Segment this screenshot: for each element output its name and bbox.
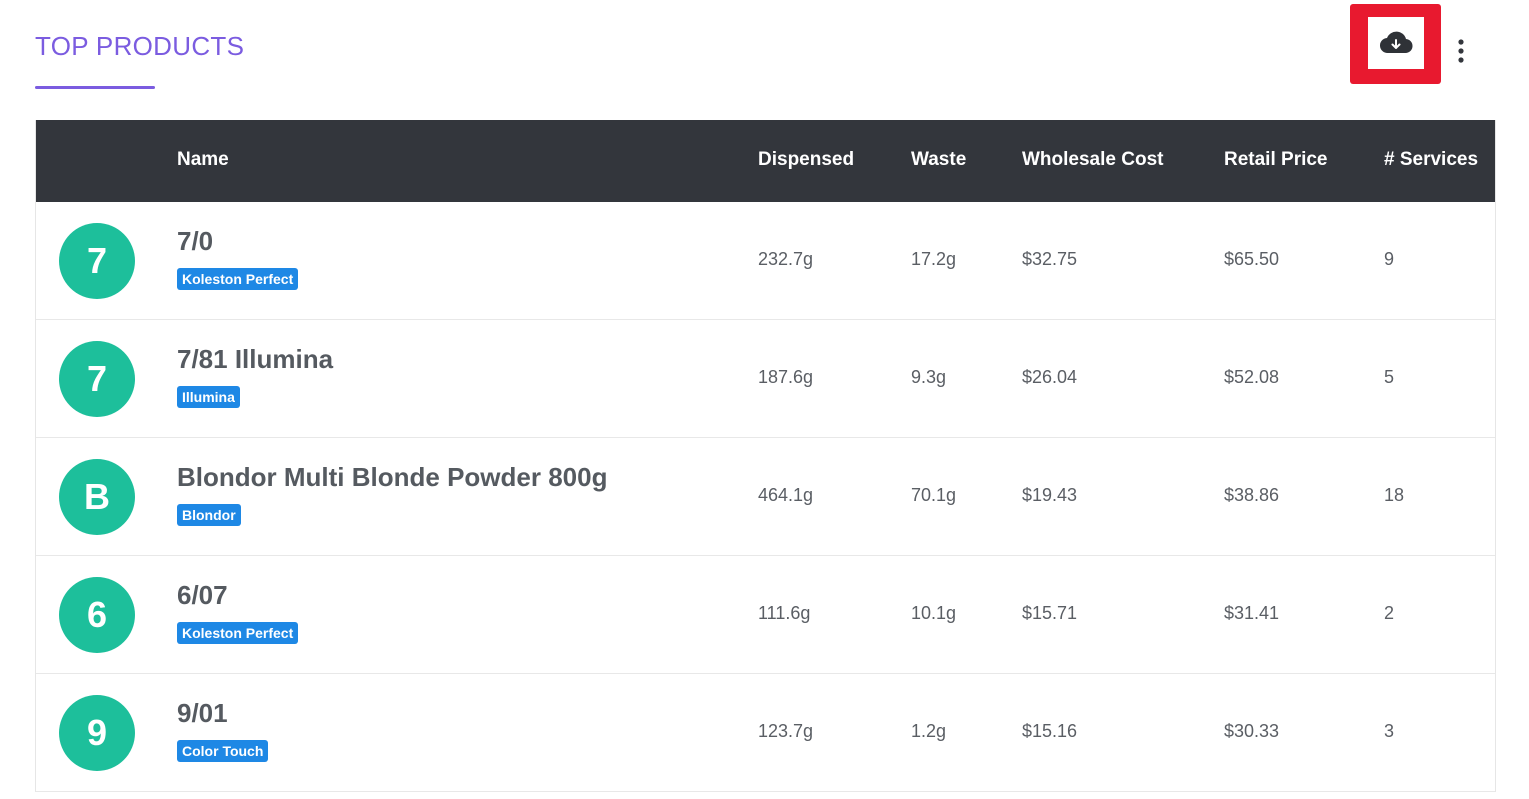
retail-price-value: $52.08 (1224, 367, 1280, 387)
avatar: 7 (59, 223, 135, 299)
waste-value: 1.2g (911, 721, 947, 741)
services-count: 18 (1384, 485, 1405, 505)
download-highlight (1350, 4, 1441, 84)
avatar: 7 (59, 341, 135, 417)
product-name: 7/81 Illumina (177, 344, 334, 374)
download-button[interactable] (1368, 17, 1424, 69)
product-name: 7/0 (177, 226, 214, 256)
table-row[interactable]: B Blondor Multi Blonde Powder 800g Blond… (36, 438, 1495, 556)
product-name: 6/07 (177, 580, 228, 610)
dispensed-value: 123.7g (758, 721, 814, 741)
table-row[interactable]: 6 6/07 Koleston Perfect 111.6g 10.1g $15… (36, 556, 1495, 674)
dispensed-value: 232.7g (758, 249, 814, 269)
dispensed-value: 111.6g (758, 603, 811, 623)
retail-price-value: $31.41 (1224, 603, 1280, 623)
table-row[interactable]: 9 9/01 Color Touch 123.7g 1.2g $15.16 $3… (36, 674, 1495, 792)
column-header-name[interactable]: Name (177, 149, 229, 171)
top-products-card: TOP PRODUCTS Name Dispensed Waste Wholes… (0, 0, 1529, 799)
products-table: Name Dispensed Waste Wholesale Cost Reta… (35, 120, 1496, 792)
waste-value: 70.1g (911, 485, 957, 505)
more-vertical-icon (1458, 39, 1464, 63)
retail-price-value: $65.50 (1224, 249, 1280, 269)
brand-badge: Blondor (177, 504, 241, 526)
waste-value: 9.3g (911, 367, 947, 387)
table-header: Name Dispensed Waste Wholesale Cost Reta… (36, 120, 1495, 202)
table-row[interactable]: 7 7/81 Illumina Illumina 187.6g 9.3g $26… (36, 320, 1495, 438)
wholesale-cost-value: $19.43 (1022, 485, 1078, 505)
wholesale-cost-value: $32.75 (1022, 249, 1078, 269)
waste-value: 17.2g (911, 249, 957, 269)
retail-price-value: $38.86 (1224, 485, 1280, 505)
column-header-retail-price[interactable]: Retail Price (1224, 149, 1328, 171)
column-header-wholesale-cost[interactable]: Wholesale Cost (1022, 149, 1163, 171)
title-underline (35, 86, 155, 89)
waste-value: 10.1g (911, 603, 957, 623)
column-header-waste[interactable]: Waste (911, 149, 966, 171)
brand-badge: Koleston Perfect (177, 268, 299, 290)
avatar: 9 (59, 695, 135, 771)
services-count: 9 (1384, 249, 1395, 269)
wholesale-cost-value: $15.71 (1022, 603, 1078, 623)
services-count: 5 (1384, 367, 1395, 387)
cloud-download-icon (1379, 31, 1413, 54)
brand-badge: Koleston Perfect (177, 622, 299, 644)
dispensed-value: 187.6g (758, 367, 814, 387)
brand-badge: Color Touch (177, 740, 269, 762)
services-count: 3 (1384, 721, 1395, 741)
column-header-dispensed[interactable]: Dispensed (758, 149, 854, 171)
dispensed-value: 464.1g (758, 485, 814, 505)
avatar: 6 (59, 577, 135, 653)
brand-badge: Illumina (177, 386, 240, 408)
wholesale-cost-value: $15.16 (1022, 721, 1078, 741)
table-row[interactable]: 7 7/0 Koleston Perfect 232.7g 17.2g $32.… (36, 202, 1495, 320)
retail-price-value: $30.33 (1224, 721, 1280, 741)
more-options-button[interactable] (1449, 36, 1473, 66)
product-name: 9/01 (177, 698, 228, 728)
column-header-services[interactable]: # Services (1384, 149, 1478, 171)
product-name: Blondor Multi Blonde Powder 800g (177, 462, 608, 492)
wholesale-cost-value: $26.04 (1022, 367, 1078, 387)
services-count: 2 (1384, 603, 1395, 623)
page-title: TOP PRODUCTS (35, 31, 245, 61)
avatar: B (59, 459, 135, 535)
